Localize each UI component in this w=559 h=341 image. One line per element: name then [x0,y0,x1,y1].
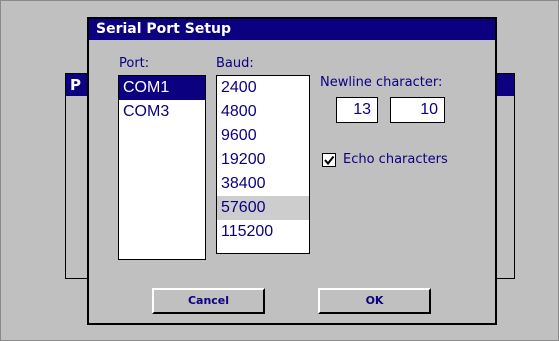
dialog-title: Serial Port Setup [96,21,232,37]
background-window-title: P [70,76,81,94]
baud-item-57600[interactable]: 57600 [217,196,309,220]
port-item-com1[interactable]: COM1 [119,76,205,100]
newline-label: Newline character: [320,75,443,90]
dialog-titlebar[interactable]: Serial Port Setup [89,19,495,40]
newline-value-1-field[interactable]: 13 [336,97,378,123]
baud-item-2400[interactable]: 2400 [217,76,309,100]
baud-label: Baud: [216,56,254,71]
port-listbox[interactable]: COM1 COM3 [118,75,206,260]
port-item-com3[interactable]: COM3 [119,100,205,124]
baud-item-115200[interactable]: 115200 [217,220,309,244]
check-icon [324,155,335,166]
echo-checkbox-label: Echo characters [343,152,448,167]
baud-item-38400[interactable]: 38400 [217,172,309,196]
baud-item-19200[interactable]: 19200 [217,148,309,172]
baud-item-4800[interactable]: 4800 [217,100,309,124]
baud-item-9600[interactable]: 9600 [217,124,309,148]
serial-port-setup-dialog: Serial Port Setup Port: COM1 COM3 Baud: … [87,17,497,325]
baud-listbox[interactable]: 2400 4800 9600 19200 38400 57600 115200 [216,75,310,254]
echo-checkbox[interactable] [322,153,336,167]
port-label: Port: [119,56,150,71]
ok-button[interactable]: OK [318,288,431,314]
screen: P Serial Port Setup Port: COM1 COM3 Baud… [0,0,559,341]
cancel-button[interactable]: Cancel [152,288,265,314]
newline-value-2-field[interactable]: 10 [390,97,445,123]
